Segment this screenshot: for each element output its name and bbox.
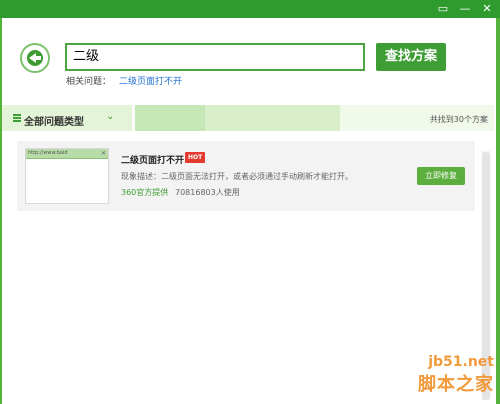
result-count: 共找到30个方案 <box>429 115 488 124</box>
result-description: 现象描述：二级页面无法打开，或者必须通过手动刷新才能打开。 <box>121 172 353 181</box>
category-bar-segment <box>205 105 340 131</box>
result-users: 70816803人使用 <box>175 188 240 197</box>
search-input[interactable]: 二级 <box>65 43 365 71</box>
list-icon <box>13 114 21 122</box>
result-provider: 360官方提供 <box>121 188 169 197</box>
category-label[interactable]: 全部问题类型 <box>24 113 84 128</box>
back-arrow-icon <box>27 50 43 66</box>
close-button[interactable]: ✕ <box>476 0 498 18</box>
category-bar-segment <box>135 105 205 131</box>
hot-badge: HOT <box>185 152 206 163</box>
result-title[interactable]: 二级页面打不开 <box>121 153 184 166</box>
related-link[interactable]: 二级页面打不开 <box>119 77 182 87</box>
thumbnail-close-icon: ✕ <box>100 150 106 157</box>
category-bar: 全部问题类型 ⌄ 共找到30个方案 <box>2 105 494 131</box>
related-label: 相关问题： <box>66 77 112 87</box>
frame-left <box>0 18 2 404</box>
frame-right <box>496 18 500 404</box>
title-bar: ▭ — ✕ <box>0 0 500 18</box>
back-button[interactable] <box>20 43 50 73</box>
thumbnail-address-bar: http://www.baid <box>26 149 108 159</box>
related-questions: 相关问题： 二级页面打不开 <box>66 74 182 87</box>
watermark-name: 脚本之家 <box>418 374 494 395</box>
watermark-site: jb51.net <box>428 354 494 370</box>
watermark: jb51.net 脚本之家 <box>418 354 494 396</box>
minimize-button[interactable]: — <box>454 0 476 18</box>
result-card: http://www.baid ✕ 二级页面打不开 HOT 现象描述：二级页面无… <box>17 141 475 211</box>
result-thumbnail: http://www.baid ✕ <box>25 148 109 204</box>
repair-now-button[interactable]: 立即修复 <box>417 167 465 185</box>
chevron-down-icon[interactable]: ⌄ <box>106 111 114 122</box>
thumbnail-url: http://www.baid <box>28 150 68 156</box>
menu-icon[interactable]: ▭ <box>432 0 454 18</box>
search-button[interactable]: 查找方案 <box>376 43 446 71</box>
